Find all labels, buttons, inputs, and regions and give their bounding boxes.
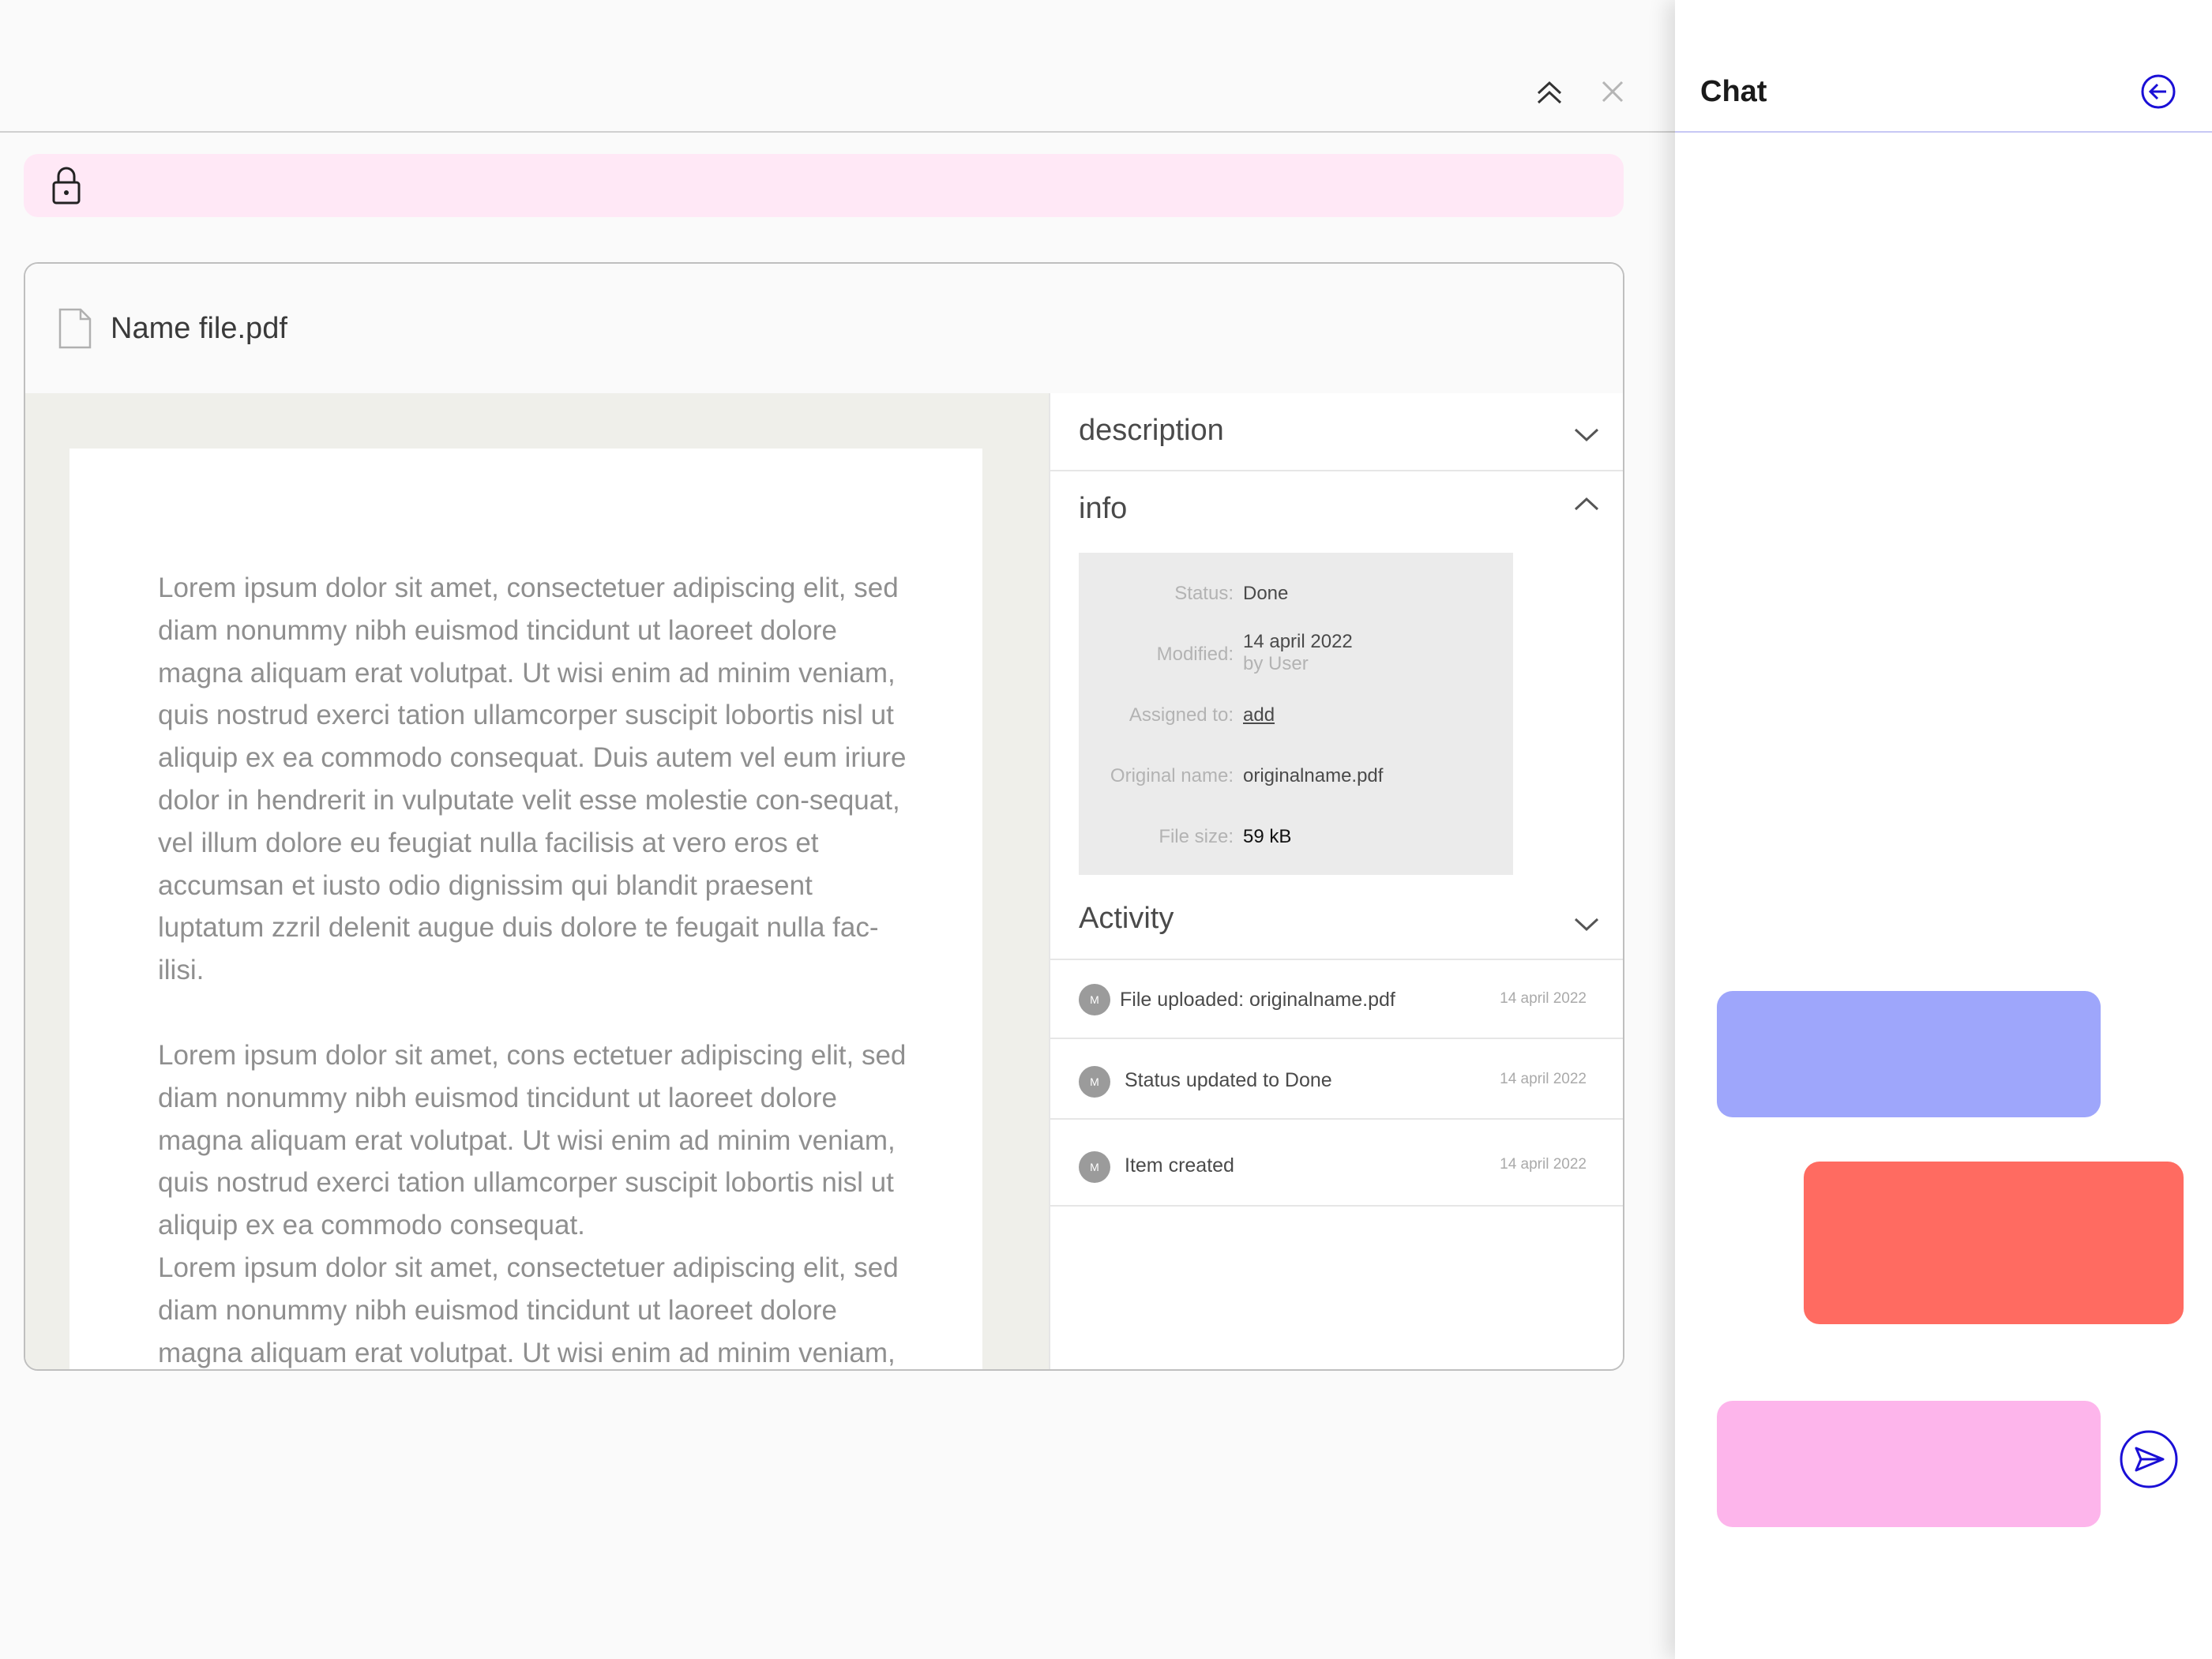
chevron-down-icon[interactable] [1571,419,1602,450]
top-toolbar [0,0,1675,133]
activity-text: Item created [1125,1154,1234,1177]
assigned-label: Assigned to: [1129,704,1234,726]
original-name-value: originalname.pdf [1243,765,1384,786]
file-header: Name file.pdf [25,264,1623,393]
modified-label: Modified: [1156,644,1234,665]
activity-item: M Item created 14 april 2022 [1050,1121,1623,1207]
modified-by: by User [1243,653,1309,674]
original-name-label: Original name: [1110,765,1234,786]
document-preview[interactable]: Lorem ipsum dolor sit amet, consectetuer… [25,393,1049,1369]
avatar: M [1079,1151,1110,1183]
file-name: Name file.pdf [111,312,287,345]
modified-value: 14 april 2022 by User [1243,631,1353,675]
double-chevron-up-icon[interactable] [1527,69,1572,114]
details-sidepanel: description info Status: Done Modified: … [1049,393,1623,1369]
activity-date: 14 april 2022 [1500,1071,1587,1087]
document-panel: Name file.pdf Lorem ipsum dolor sit amet… [0,0,1675,1659]
status-label: Status: [1174,583,1234,604]
activity-text: File uploaded: originalname.pdf [1120,989,1395,1011]
description-title: description [1079,414,1224,447]
file-icon [57,306,93,351]
activity-accordion[interactable]: Activity [1050,881,1623,959]
lock-icon[interactable] [44,163,88,208]
chevron-up-icon[interactable] [1571,489,1602,520]
activity-item: M Status updated to Done 14 april 2022 [1050,1041,1623,1120]
activity-title: Activity [1079,902,1174,935]
chat-header: Chat [1675,0,2212,133]
document-page: Lorem ipsum dolor sit amet, consectetuer… [69,449,982,1369]
activity-date: 14 april 2022 [1500,990,1587,1007]
chat-title: Chat [1700,75,1767,108]
arrow-left-circle-icon[interactable] [2139,73,2177,111]
status-value: Done [1243,583,1289,604]
chat-message-bubble[interactable] [1717,991,2101,1117]
info-details: Status: Done Modified: 14 april 2022 by … [1079,553,1513,875]
assign-add-link[interactable]: add [1243,704,1275,726]
locked-banner [24,154,1624,217]
file-size-value: 59 kB [1243,826,1292,847]
close-icon[interactable] [1590,69,1635,114]
send-icon[interactable] [2119,1429,2179,1489]
modified-date: 14 april 2022 [1243,631,1353,652]
chat-message-bubble[interactable] [1804,1162,2184,1324]
preview-paragraph: Lorem ipsum dolor sit amet, consectetuer… [158,572,907,986]
file-card: Name file.pdf Lorem ipsum dolor sit amet… [24,262,1624,1371]
info-accordion[interactable]: info [1050,471,1623,549]
preview-paragraph: Lorem ipsum dolor sit amet, consectetuer… [158,1252,899,1368]
file-size-label: File size: [1159,826,1234,847]
activity-date: 14 april 2022 [1500,1156,1587,1173]
description-accordion[interactable]: description [1050,393,1623,471]
activity-text: Status updated to Done [1125,1069,1332,1091]
activity-item: M File uploaded: originalname.pdf 14 apr… [1050,960,1623,1039]
chat-panel: Chat [1675,0,2212,1659]
chat-input-bubble[interactable] [1717,1401,2101,1527]
avatar: M [1079,1066,1110,1098]
avatar: M [1079,984,1110,1015]
preview-paragraph: Lorem ipsum dolor sit amet, cons ectetue… [158,1039,907,1241]
chevron-down-icon[interactable] [1571,908,1602,940]
info-title: info [1079,492,1128,525]
